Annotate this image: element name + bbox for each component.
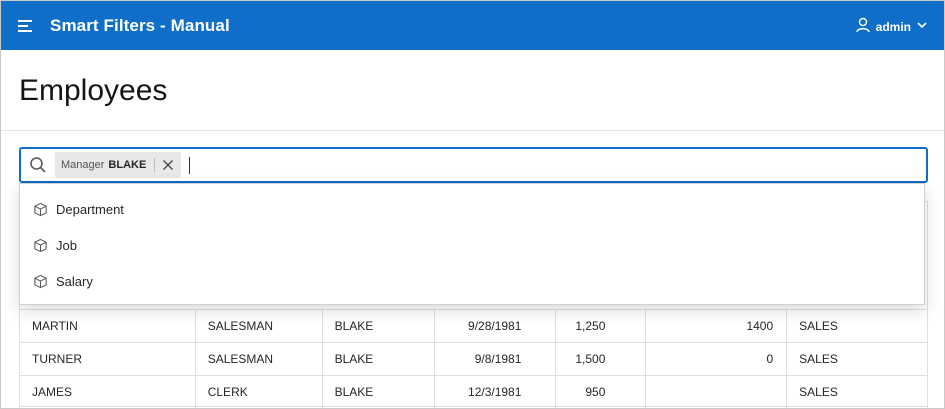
filter-suggestions-dropdown: Department Job Salary — [19, 183, 925, 305]
top-navigation-bar: Smart Filters - Manual admin — [1, 1, 944, 50]
hamburger-icon[interactable] — [16, 16, 36, 36]
cell-department: SALES — [786, 342, 928, 376]
cell-commission — [645, 375, 788, 408]
suggestion-label: Salary — [56, 273, 93, 289]
cube-icon — [32, 201, 48, 217]
cell-salary: 1,250 — [555, 309, 647, 343]
cell-manager: BLAKE — [321, 309, 436, 343]
user-name: admin — [875, 20, 911, 34]
cell-hired: 9/8/1981 — [434, 342, 557, 376]
filter-chip-manager[interactable]: Manager BLAKE — [55, 152, 182, 178]
cell-department: SALES — [786, 309, 928, 343]
app-title[interactable]: Smart Filters - Manual — [50, 16, 230, 36]
search-input[interactable] — [198, 151, 926, 179]
page-title-region: Employees — [1, 50, 944, 131]
remove-filter-icon[interactable] — [161, 158, 175, 172]
cell-salary: 1,500 — [555, 342, 647, 376]
cell-commission: 0 — [645, 342, 788, 376]
table-row: TURNER SALESMAN BLAKE 9/8/1981 1,500 0 SALES — [19, 342, 928, 376]
suggestion-label: Job — [56, 237, 77, 253]
suggestion-job[interactable]: Job — [20, 227, 924, 263]
cell-salary: 950 — [555, 375, 647, 408]
cell-department: SALES — [786, 375, 928, 408]
text-cursor — [189, 156, 191, 174]
suggestion-department[interactable]: Department — [20, 191, 924, 227]
cell-job: SALESMAN — [194, 309, 323, 343]
table-row: JAMES CLERK BLAKE 12/3/1981 950 SALES — [19, 375, 928, 408]
cell-hired: 12/3/1981 — [434, 375, 557, 408]
cell-manager: BLAKE — [321, 375, 436, 408]
cell-job: CLERK — [194, 375, 323, 408]
chevron-down-icon — [916, 18, 928, 36]
user-menu[interactable]: admin — [855, 17, 928, 37]
cell-hired: 9/28/1981 — [434, 309, 557, 343]
cell-name: JAMES — [19, 375, 196, 408]
table-row: MARTIN SALESMAN BLAKE 9/28/1981 1,250 1400 SAL… — [19, 309, 928, 343]
filter-chip-label: Manager — [61, 159, 105, 171]
smart-filter-search[interactable]: Manager BLAKE — [19, 147, 928, 183]
cube-icon — [32, 237, 48, 253]
filter-chip-value: BLAKE — [108, 159, 147, 171]
suggestion-label: Department — [56, 201, 124, 217]
user-icon — [855, 17, 871, 38]
cell-name: MARTIN — [19, 309, 196, 343]
employees-table: MARTIN SALESMAN BLAKE 9/28/1981 1,250 1400 SAL… — [19, 309, 928, 408]
page-title: Employees — [19, 74, 168, 107]
chip-divider — [154, 158, 156, 172]
search-icon — [21, 156, 55, 174]
cell-commission: 1400 — [645, 309, 788, 343]
cube-icon — [32, 273, 48, 289]
cell-name: TURNER — [19, 342, 196, 376]
suggestion-salary[interactable]: Salary — [20, 263, 924, 299]
cell-manager: BLAKE — [321, 342, 436, 376]
cell-job: SALESMAN — [194, 342, 323, 376]
app-window: Smart Filters - Manual admin Employees M… — [0, 0, 945, 409]
